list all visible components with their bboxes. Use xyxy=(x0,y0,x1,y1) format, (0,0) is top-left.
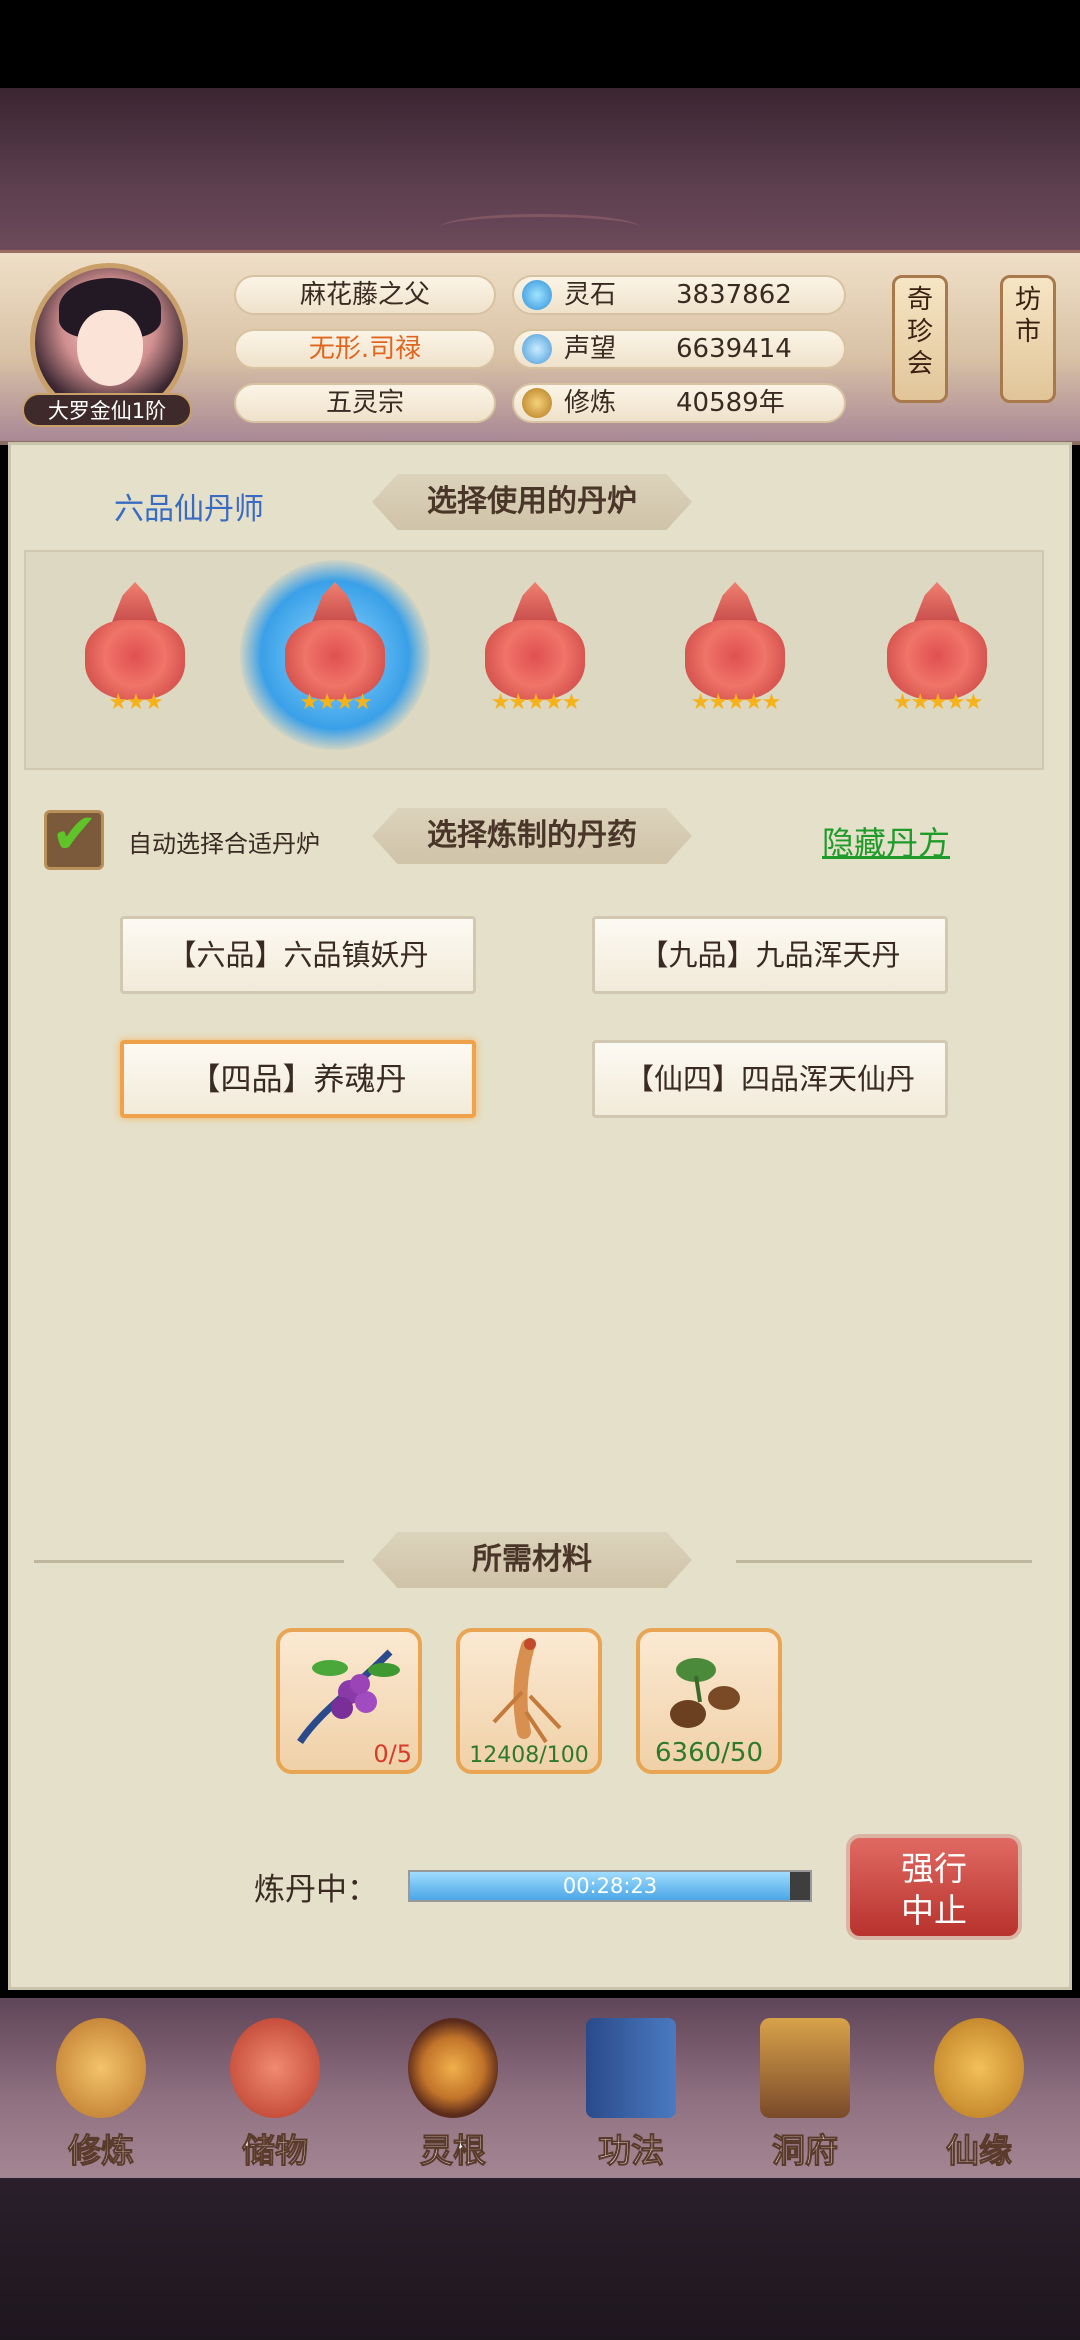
furnace-icon xyxy=(685,620,785,700)
cultivate-icon xyxy=(56,2018,146,2118)
divider-left xyxy=(34,1560,344,1563)
bottom-ornate-band xyxy=(0,2178,1080,2340)
material-slot[interactable]: 6360/50 xyxy=(636,1628,782,1774)
nav-label: 洞府 xyxy=(772,2131,839,2171)
root-herb-icon xyxy=(670,1658,740,1728)
nav-label: 修炼 xyxy=(68,2131,135,2171)
star-rating: ★★★★★ xyxy=(490,690,582,715)
resource-value: 40589年 xyxy=(676,388,785,418)
nav-fate[interactable]: 仙缘 xyxy=(904,2012,1054,2172)
star-rating: ★★★ xyxy=(108,690,163,715)
ginseng-icon xyxy=(492,1638,562,1744)
nav-spirit-root[interactable]: 灵根 xyxy=(378,2012,528,2172)
resource-spirit-stone: 灵石 3837862 xyxy=(512,275,846,315)
furnace-item[interactable]: ★★★ xyxy=(70,582,200,732)
recipe-button[interactable]: 【九品】九品浑天丹 xyxy=(592,916,948,994)
cave-house-icon xyxy=(760,2018,850,2118)
material-count: 12408/100 xyxy=(469,1743,589,1768)
nav-label: 储物 xyxy=(242,2131,309,2171)
recipe-button[interactable]: 【仙四】四品浑天仙丹 xyxy=(592,1040,948,1118)
materials-banner: 所需材料 xyxy=(372,1532,692,1588)
market-button[interactable]: 坊市 xyxy=(1000,275,1056,403)
player-title[interactable]: 无形.司禄 xyxy=(234,329,496,369)
ornate-top-border xyxy=(0,88,1080,250)
material-slot[interactable]: 12408/100 xyxy=(456,1628,602,1774)
resource-value: 3837862 xyxy=(676,280,792,310)
force-stop-label-line2: 中止 xyxy=(901,1891,967,1930)
divider-right xyxy=(736,1560,1032,1563)
furnace-item-selected[interactable]: ★★★★ xyxy=(240,560,430,750)
alchemist-rank-title: 六品仙丹师 xyxy=(114,492,264,527)
force-stop-button[interactable]: 强行 中止 xyxy=(846,1834,1022,1940)
alchemy-progress-bar: 00:28:23 xyxy=(408,1870,812,1902)
fate-gourd-icon xyxy=(934,2018,1024,2118)
star-rating: ★★★★ xyxy=(299,690,373,715)
spirit-stone-icon xyxy=(522,280,552,310)
player-name: 麻花藤之父 xyxy=(234,275,496,315)
furnace-icon xyxy=(285,620,385,700)
material-slot[interactable]: 0/5 xyxy=(276,1628,422,1774)
resource-reputation: 声望 6639414 xyxy=(512,329,846,369)
auto-select-checkbox[interactable]: ✔ xyxy=(44,803,104,870)
resource-label: 声望 xyxy=(564,334,617,364)
nav-technique[interactable]: 功法 xyxy=(556,2012,706,2172)
checkmark-icon: ✔ xyxy=(51,802,98,867)
furnace-item[interactable]: ★★★★★ xyxy=(470,582,600,732)
storage-bag-icon xyxy=(230,2018,320,2118)
nav-storage[interactable]: 储物 xyxy=(200,2012,350,2172)
furnace-list: ★★★ ★★★★ ★★★★★ ★★★★★ ★★★★★ xyxy=(24,550,1044,770)
avatar-face xyxy=(77,310,143,386)
spirit-root-icon xyxy=(408,2018,498,2118)
star-rating: ★★★★★ xyxy=(892,690,984,715)
force-stop-label-line1: 强行 xyxy=(901,1849,967,1888)
cultivation-icon xyxy=(522,388,552,418)
technique-book-icon xyxy=(586,2018,676,2118)
treasure-auction-button[interactable]: 奇珍会 xyxy=(892,275,948,403)
material-count: 0/5 xyxy=(373,1740,412,1768)
resource-cultivation: 修炼 40589年 xyxy=(512,383,846,423)
treasure-auction-label: 奇珍会 xyxy=(906,285,933,379)
furnace-icon xyxy=(887,620,987,700)
furnace-item[interactable]: ★★★★★ xyxy=(670,582,800,732)
bottom-nav: 修炼 储物 灵根 功法 洞府 仙缘 xyxy=(0,1998,1080,2178)
pill-select-banner: 选择炼制的丹药 xyxy=(372,808,692,864)
resource-label: 灵石 xyxy=(564,280,617,310)
nav-label: 功法 xyxy=(598,2131,665,2171)
hide-recipes-link[interactable]: 隐藏丹方 xyxy=(822,818,950,864)
player-header: 大罗金仙1阶 麻花藤之父 无形.司禄 五灵宗 灵石 3837862 声望 66394… xyxy=(0,250,1080,445)
furnace-select-banner: 选择使用的丹炉 xyxy=(372,474,692,530)
cultivation-rank-badge: 大罗金仙1阶 xyxy=(22,393,192,427)
nav-label: 仙缘 xyxy=(946,2131,1013,2171)
berry-herb-icon xyxy=(297,1649,400,1744)
recipe-button-selected[interactable]: 【四品】养魂丹 xyxy=(120,1040,476,1118)
nav-cultivate[interactable]: 修炼 xyxy=(26,2012,176,2172)
star-rating: ★★★★★ xyxy=(690,690,782,715)
nav-cave[interactable]: 洞府 xyxy=(730,2012,880,2172)
furnace-item[interactable]: ★★★★★ xyxy=(872,582,1002,732)
resource-label: 修炼 xyxy=(564,388,617,418)
reputation-icon xyxy=(522,334,552,364)
furnace-icon xyxy=(485,620,585,700)
player-sect: 五灵宗 xyxy=(234,383,496,423)
progress-time: 00:28:23 xyxy=(562,1874,658,1898)
recipe-button[interactable]: 【六品】六品镇妖丹 xyxy=(120,916,476,994)
resource-value: 6639414 xyxy=(676,334,792,364)
top-status-band xyxy=(0,0,1080,88)
furnace-icon xyxy=(85,620,185,700)
auto-select-label: 自动选择合适丹炉 xyxy=(128,830,320,858)
nav-label: 灵根 xyxy=(420,2131,487,2171)
material-count: 6360/50 xyxy=(654,1738,763,1768)
progress-label: 炼丹中： xyxy=(254,1872,378,1908)
market-label: 坊市 xyxy=(1014,285,1041,347)
